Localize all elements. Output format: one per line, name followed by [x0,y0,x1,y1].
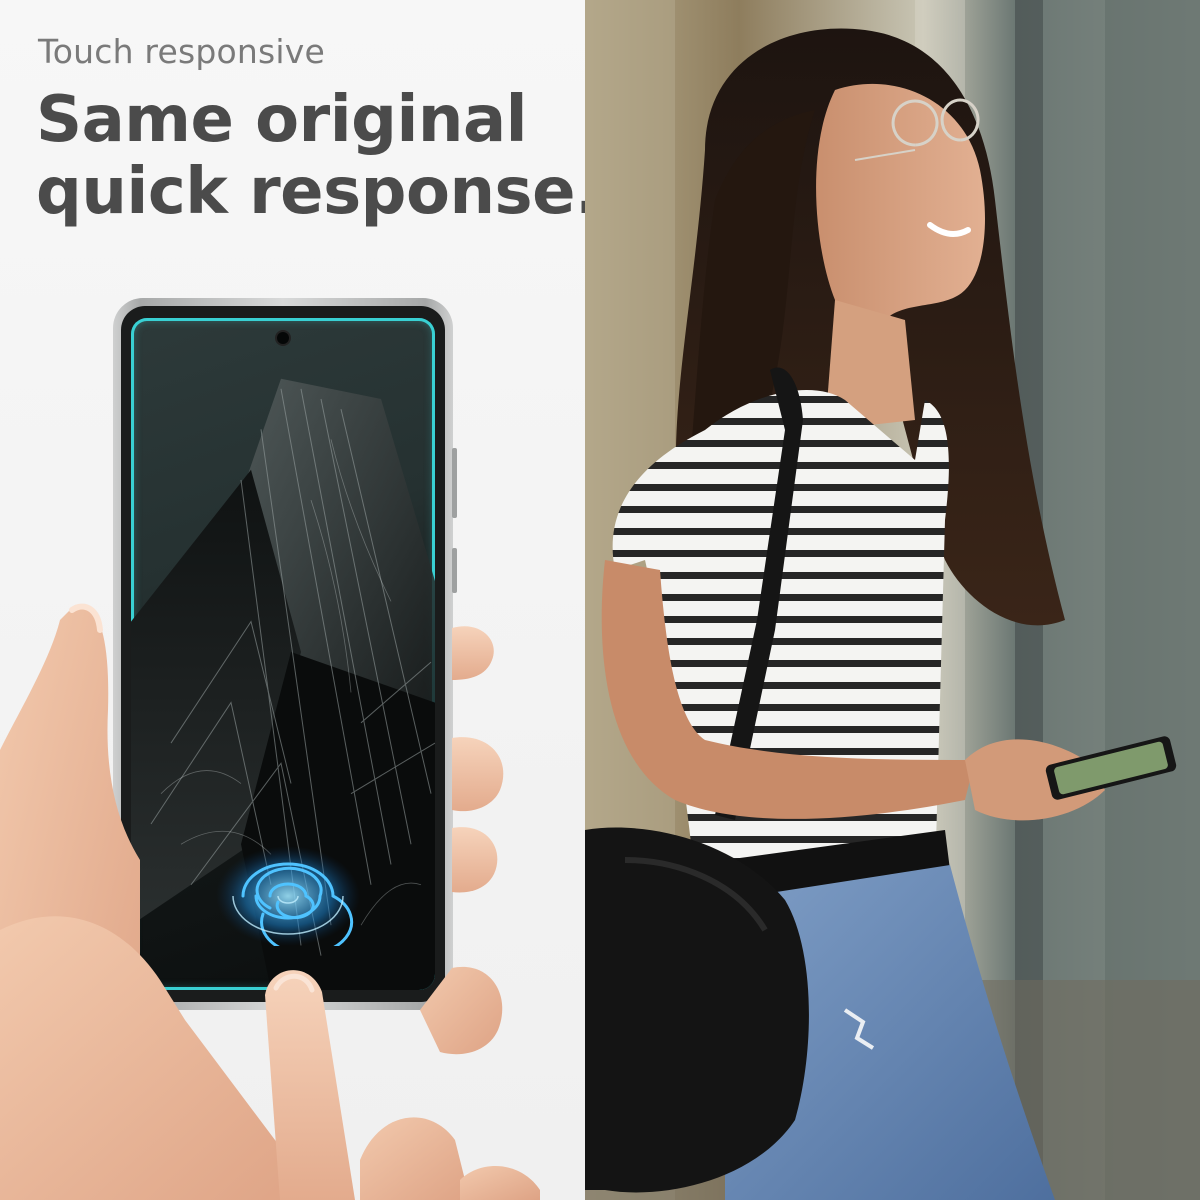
headline: Same original quick response. [36,83,585,229]
headline-line-2: quick response. [36,155,585,229]
headline-line-1: Same original [36,83,528,157]
power-button [452,548,457,593]
volume-button [452,448,457,518]
holding-hand-illustration [0,603,540,1200]
woman-using-phone-photo [585,0,1200,1200]
lifestyle-photo [585,0,1200,1200]
eyebrow-text: Touch responsive [38,32,325,71]
front-camera [277,332,289,344]
left-panel: Touch responsive Same original quick res… [0,0,585,1200]
product-banner: Touch responsive Same original quick res… [0,0,1200,1200]
